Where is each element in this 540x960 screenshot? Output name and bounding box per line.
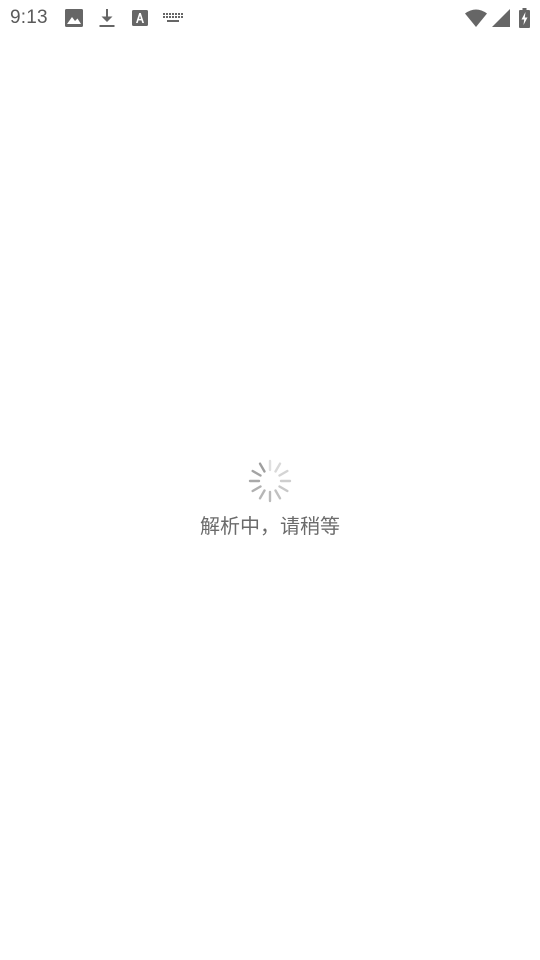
wifi-icon: [465, 9, 487, 27]
status-bar: 9:13: [0, 0, 540, 36]
keyboard-icon: [162, 8, 183, 28]
spinner-spoke: [274, 462, 282, 473]
status-right: [461, 0, 530, 36]
text-a-icon: [130, 8, 150, 28]
download-icon: [97, 8, 117, 28]
status-left: 9:13: [10, 0, 196, 36]
loading-panel: 解析中，请稍等: [0, 458, 540, 539]
cell-signal-icon: [492, 9, 510, 27]
spinner-spoke: [251, 469, 262, 477]
spinner-spoke: [274, 489, 282, 500]
clock: 9:13: [10, 7, 48, 28]
loading-text: 解析中，请稍等: [200, 514, 340, 538]
spinner-spoke: [258, 489, 266, 500]
battery-charging-icon: [519, 8, 530, 28]
spinner-spoke: [258, 462, 266, 473]
loading-spinner-icon: [248, 459, 292, 503]
spinner-spoke: [251, 485, 262, 493]
image-icon: [64, 8, 84, 28]
spinner-spoke: [278, 485, 289, 493]
spinner-spoke: [278, 469, 289, 477]
